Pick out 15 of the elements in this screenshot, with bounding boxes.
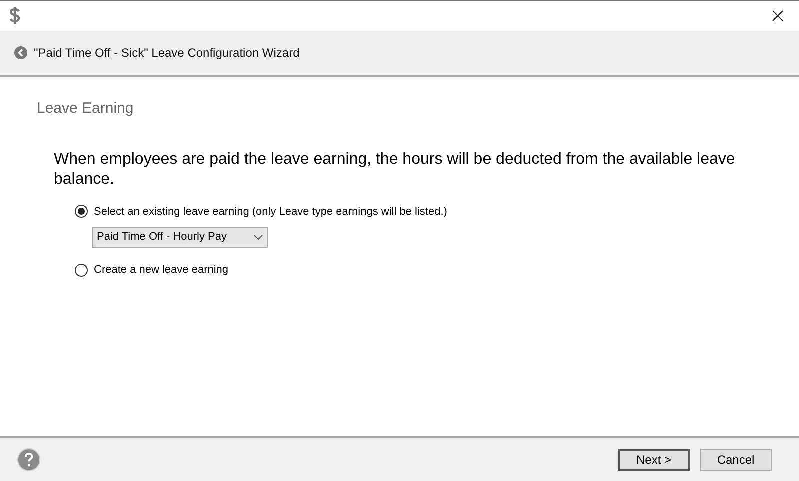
help-icon[interactable] — [17, 448, 41, 472]
close-icon — [772, 10, 784, 22]
radio-option[interactable]: Select an existing leave earning (only Leave type earnings will be listed.) — [75, 204, 799, 220]
dialog-button[interactable]: Cancel — [700, 448, 772, 470]
description: When employees are paid the leave earning, the hours will be deducted from the available leave balance. — [54, 150, 736, 190]
radio-button[interactable] — [75, 264, 88, 277]
radio-button[interactable] — [75, 205, 88, 218]
wizard-title: "Paid Time Off - Sick" Leave Configuration Wizard — [34, 45, 300, 62]
page-heading: Leave Earning — [37, 99, 135, 119]
radio-option[interactable]: Create a new leave earning — [75, 262, 799, 278]
dollar-icon — [9, 7, 21, 25]
chevron-down-icon — [254, 235, 263, 240]
dialog-button[interactable]: Next > — [618, 448, 690, 470]
earning-dropdown[interactable]: Paid Time Off - Hourly Pay — [92, 227, 268, 248]
back-icon[interactable] — [14, 46, 28, 60]
